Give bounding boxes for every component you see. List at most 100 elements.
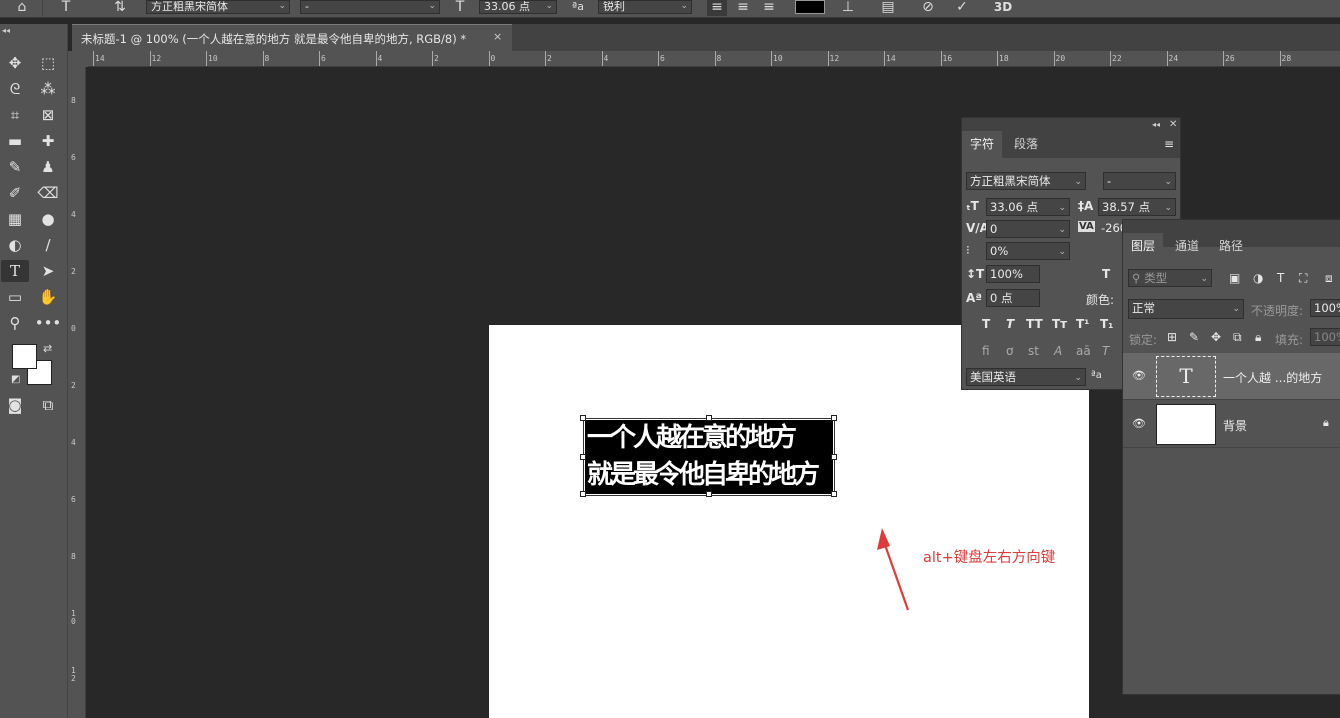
- kerning-field[interactable]: 0 ⌄: [986, 220, 1070, 238]
- clone-stamp-tool-icon[interactable]: ♟: [34, 156, 62, 178]
- text-orientation-icon[interactable]: ⇅: [110, 0, 130, 16]
- blend-mode-select[interactable]: 正常 ⌄: [1128, 299, 1244, 319]
- move-tool-icon[interactable]: ✥: [1, 52, 29, 74]
- ligatures-button[interactable]: fi: [982, 344, 990, 358]
- vertical-ruler[interactable]: 8 6 4 2 0 2 4 6 8 1 0 1 2: [68, 67, 86, 718]
- collapse-icon[interactable]: ◂◂: [1152, 120, 1160, 129]
- home-icon[interactable]: ⌂: [12, 0, 32, 16]
- adjustment-filter-icon[interactable]: ◑: [1253, 271, 1263, 285]
- close-icon[interactable]: ✕: [1169, 119, 1177, 130]
- tab-paths[interactable]: 路径: [1211, 233, 1251, 260]
- transform-handle[interactable]: [831, 415, 837, 421]
- path-selection-tool-icon[interactable]: ➤: [34, 260, 62, 282]
- font-style-select[interactable]: - ⌄: [1103, 172, 1176, 190]
- screen-mode-icon[interactable]: ⧉: [34, 394, 62, 416]
- tab-layers[interactable]: 图层: [1123, 233, 1164, 260]
- quick-select-tool-icon[interactable]: ⁂: [34, 78, 62, 100]
- hand-tool-icon[interactable]: ✋: [34, 286, 62, 308]
- discretionary-ligatures-button[interactable]: st: [1028, 344, 1039, 358]
- frame-tool-icon[interactable]: ⊠: [34, 104, 62, 126]
- opacity-field[interactable]: 100%: [1310, 299, 1340, 317]
- transform-handle[interactable]: [580, 415, 586, 421]
- quick-mask-icon[interactable]: ◙: [1, 394, 29, 416]
- leading-field[interactable]: 38.57 点 ⌄: [1098, 198, 1176, 216]
- font-family-select[interactable]: 方正粗黑宋简体 ⌄: [966, 172, 1086, 190]
- transform-handle[interactable]: [831, 454, 837, 460]
- shape-filter-icon[interactable]: ⛶: [1299, 271, 1307, 286]
- type-tool-icon[interactable]: T: [1, 260, 29, 282]
- horizontal-ruler[interactable]: 14 12 10 8 6 4 2 0 2 4 6 8 10 12 14 16 18 20 22 24 26 28: [88, 51, 1340, 67]
- transform-handle[interactable]: [831, 491, 837, 497]
- dodge-tool-icon[interactable]: ◐: [1, 234, 29, 256]
- foreground-color-swatch[interactable]: [12, 344, 37, 369]
- layer-filter-select[interactable]: ⚲ 类型 ⌄: [1128, 269, 1212, 287]
- transform-handle[interactable]: [580, 491, 586, 497]
- lasso-tool-icon[interactable]: ᘓ: [1, 78, 29, 100]
- fill-field[interactable]: 100%: [1310, 328, 1340, 346]
- antialias-select[interactable]: 锐利 ⌄: [598, 0, 692, 14]
- lock-artboard-icon[interactable]: ⧉: [1233, 330, 1242, 345]
- vertical-scale-field[interactable]: 100%: [986, 265, 1040, 283]
- tab-channels[interactable]: 通道: [1167, 233, 1207, 260]
- cancel-icon[interactable]: ⊘: [918, 0, 938, 16]
- visibility-eye-icon[interactable]: 👁︎: [1132, 369, 1146, 382]
- small-caps-button[interactable]: Tт: [1052, 317, 1067, 331]
- pen-tool-icon[interactable]: ∕: [34, 234, 62, 256]
- blur-tool-icon[interactable]: ●: [34, 208, 62, 230]
- font-style-select[interactable]: - ⌄: [300, 0, 440, 14]
- align-center-icon[interactable]: ≡: [733, 0, 753, 16]
- font-family-select[interactable]: 方正粗黑宋简体 ⌄: [146, 0, 290, 14]
- align-right-icon[interactable]: ≡: [759, 0, 779, 16]
- layer-row-text[interactable]: 👁︎ T 一个人越 ...的地方: [1123, 353, 1340, 400]
- more-tools-icon[interactable]: •••: [34, 312, 62, 334]
- history-brush-tool-icon[interactable]: ✐: [1, 182, 29, 204]
- baseline-shift-field[interactable]: 0 点: [986, 289, 1040, 307]
- lock-transparent-icon[interactable]: ⊞: [1167, 330, 1177, 344]
- transform-handle[interactable]: [580, 454, 586, 460]
- visibility-eye-icon[interactable]: 👁︎: [1132, 417, 1146, 430]
- tab-character[interactable]: 字符: [962, 131, 1003, 158]
- old-style-button[interactable]: ơ: [1006, 344, 1013, 358]
- stylistic-alternates-button[interactable]: aā: [1076, 344, 1091, 358]
- subscript-button[interactable]: T₁: [1100, 317, 1113, 331]
- font-size-field[interactable]: 33.06 点 ⌄: [479, 0, 557, 14]
- eraser-tool-icon[interactable]: ⌫: [34, 182, 62, 204]
- lock-image-icon[interactable]: ✎: [1189, 330, 1199, 344]
- all-caps-button[interactable]: TT: [1026, 317, 1043, 331]
- default-colors-icon[interactable]: ◩: [11, 374, 20, 385]
- text-bounding-box[interactable]: [580, 415, 837, 497]
- tab-paragraph[interactable]: 段落: [1006, 131, 1046, 158]
- collapse-icon[interactable]: ◂◂: [2, 26, 10, 35]
- smart-object-filter-icon[interactable]: ⧈: [1325, 271, 1333, 286]
- rectangle-tool-icon[interactable]: ▭: [1, 286, 29, 308]
- align-left-icon[interactable]: ≡: [707, 0, 727, 16]
- swash-button[interactable]: A: [1054, 344, 1062, 358]
- commit-icon[interactable]: ✓: [952, 0, 972, 16]
- marquee-tool-icon[interactable]: ⬚: [34, 52, 62, 74]
- superscript-button[interactable]: T¹: [1076, 317, 1089, 331]
- type-tool-preset-icon[interactable]: T: [56, 0, 76, 16]
- transform-handle[interactable]: [706, 491, 712, 497]
- text-color-swatch[interactable]: [795, 0, 825, 14]
- toggle-panels-icon[interactable]: ▤: [878, 0, 898, 16]
- transform-handle[interactable]: [706, 415, 712, 421]
- close-icon[interactable]: ×: [493, 30, 502, 43]
- swap-colors-icon[interactable]: ⇄: [43, 342, 52, 355]
- crop-tool-icon[interactable]: ⌗: [1, 104, 29, 126]
- pixel-filter-icon[interactable]: ▣: [1229, 271, 1240, 285]
- language-select[interactable]: 美国英语 ⌄: [966, 368, 1086, 386]
- font-size-field[interactable]: 33.06 点 ⌄: [986, 198, 1070, 216]
- ruler-tool-icon[interactable]: ▬: [1, 130, 29, 152]
- faux-italic-button[interactable]: T: [1006, 317, 1014, 331]
- lock-all-icon[interactable]: 🔒︎: [1255, 330, 1261, 345]
- document-tab[interactable]: 未标题-1 @ 100% (一个人越在意的地方 就是最令他自卑的地方, RGB/…: [72, 24, 512, 51]
- gradient-tool-icon[interactable]: ▦: [1, 208, 29, 230]
- brush-tool-icon[interactable]: ✎: [1, 156, 29, 178]
- layer-name[interactable]: 背景: [1223, 417, 1247, 434]
- panel-menu-icon[interactable]: ≡: [1164, 137, 1174, 151]
- warp-text-icon[interactable]: ⊥: [838, 0, 858, 16]
- layer-row-background[interactable]: 👁︎ 背景 🔒︎: [1123, 401, 1340, 448]
- zoom-tool-icon[interactable]: ⚲: [1, 312, 29, 334]
- layer-name[interactable]: 一个人越 ...的地方: [1223, 369, 1322, 386]
- healing-brush-tool-icon[interactable]: ✚: [34, 130, 62, 152]
